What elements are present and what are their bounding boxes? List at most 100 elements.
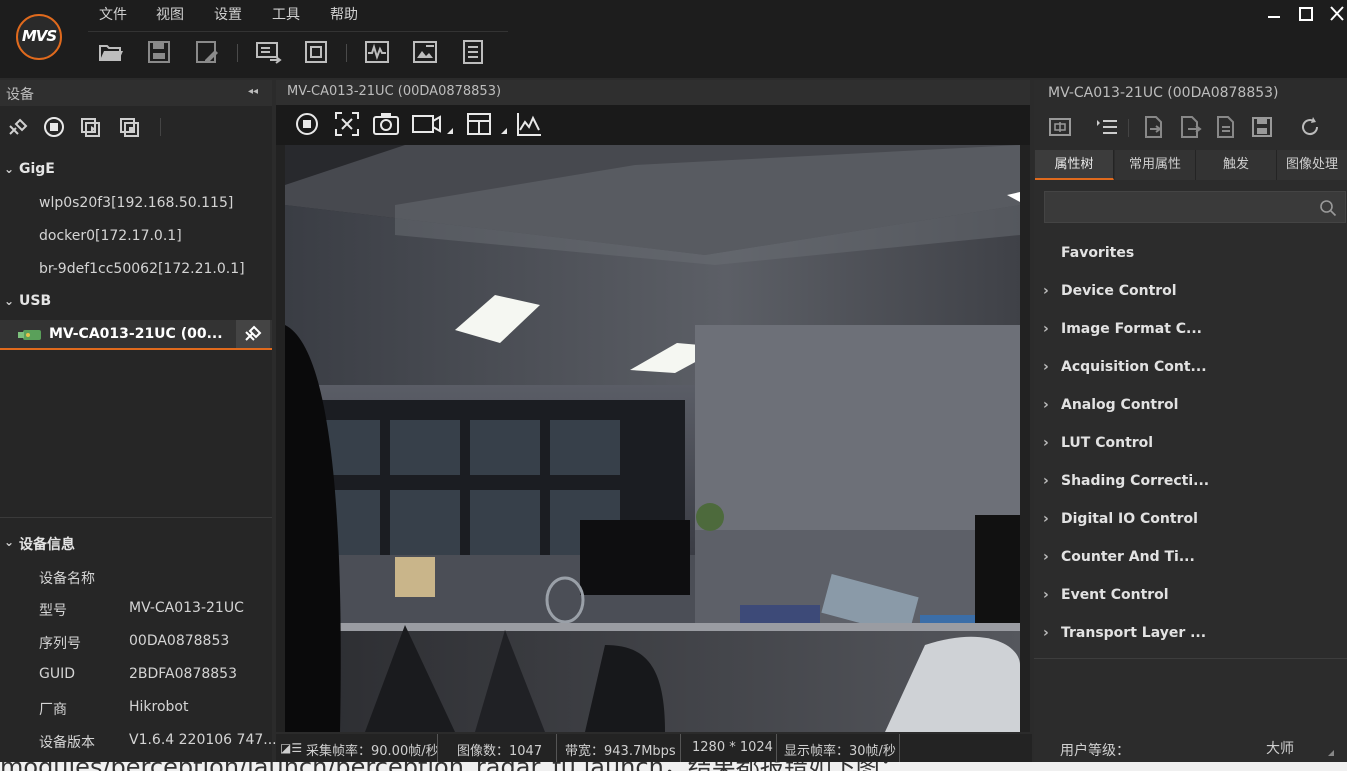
menu-settings[interactable]: 设置 (214, 4, 242, 24)
menu-tools[interactable]: 工具 (272, 4, 300, 24)
favorites-node[interactable]: Favorites (1043, 240, 1343, 268)
tab-property-tree[interactable]: 属性树 (1035, 150, 1114, 180)
save-params-icon[interactable] (1250, 115, 1274, 139)
menu-view[interactable]: 视图 (156, 4, 184, 24)
device-info-header[interactable]: ⌄ 设备信息 (0, 531, 272, 557)
chevron-right-icon: › (1043, 283, 1049, 299)
property-node[interactable]: › Transport Layer ... (1043, 620, 1343, 648)
info-value: 2BDFA0878853 (129, 666, 237, 682)
switch-layout-icon[interactable] (254, 38, 284, 68)
stop-grab-icon[interactable] (294, 110, 322, 138)
chevron-right-icon: › (1043, 359, 1049, 375)
group-gige[interactable]: ⌄ GigE (0, 158, 272, 184)
start-all-icon[interactable] (79, 116, 103, 138)
open-file-icon[interactable] (97, 38, 127, 68)
language-icon[interactable] (1048, 115, 1072, 139)
status-menu-icon[interactable]: ◪☰ (280, 741, 302, 755)
list-view-icon[interactable] (1095, 115, 1119, 139)
interface-item[interactable]: docker0[172.17.0.1] (39, 228, 182, 244)
usb-device-item[interactable]: MV-CA013-21UC (00... (0, 320, 272, 350)
info-key: 型号 (39, 603, 67, 619)
panel-divider (0, 517, 272, 518)
info-key: 设备名称 (39, 571, 95, 587)
tab-image-processing[interactable]: 图像处理 (1277, 150, 1347, 180)
chevron-right-icon: › (1043, 473, 1049, 489)
user-level-select[interactable]: 大师 (1266, 738, 1294, 758)
info-key: 序列号 (39, 636, 81, 652)
property-search-input[interactable] (1044, 191, 1346, 223)
camera-icon (18, 330, 41, 340)
status-separator (899, 734, 900, 762)
user-level-label: 用户等级： (1060, 743, 1130, 759)
chevron-right-icon: › (1043, 397, 1049, 413)
save-icon[interactable] (145, 38, 175, 68)
chevron-right-icon: › (1043, 321, 1049, 337)
property-node[interactable]: › LUT Control (1043, 430, 1343, 458)
export-icon[interactable] (1178, 115, 1202, 139)
status-separator (680, 734, 681, 762)
panel-divider (1034, 658, 1347, 659)
minimize-icon[interactable] (1263, 4, 1285, 24)
property-node[interactable]: › Image Format C... (1043, 316, 1343, 344)
document-icon[interactable] (1214, 115, 1238, 139)
stop-all-icon[interactable] (118, 116, 142, 138)
display-fps: 显示帧率：30帧/秒 (784, 744, 896, 759)
group-usb[interactable]: ⌄ USB (0, 290, 272, 316)
fit-window-icon[interactable] (333, 110, 361, 138)
maximize-icon[interactable] (1295, 4, 1317, 24)
interface-item[interactable]: wlp0s20f3[192.168.50.115] (39, 195, 233, 211)
preview-title: MV-CA013-21UC (00DA0878853) (287, 84, 502, 99)
refresh-icon[interactable] (1298, 115, 1322, 139)
chevron-right-icon: › (1043, 587, 1049, 603)
info-value: Hikrobot (129, 699, 189, 715)
disconnect-icon[interactable] (6, 116, 30, 138)
property-node[interactable]: › Device Control (1043, 278, 1343, 306)
property-panel (1034, 80, 1347, 771)
property-panel-title: MV-CA013-21UC (00DA0878853) (1048, 85, 1279, 101)
status-separator (437, 734, 438, 762)
search-icon (1320, 200, 1337, 217)
close-icon[interactable] (1326, 4, 1347, 24)
chevron-right-icon: › (1043, 511, 1049, 527)
status-separator (776, 734, 777, 762)
stop-icon[interactable] (42, 116, 66, 138)
disconnect-device-button[interactable] (236, 320, 270, 348)
menu-help[interactable]: 帮助 (330, 4, 358, 24)
chevron-right-icon: › (1043, 435, 1049, 451)
status-separator (556, 734, 557, 762)
log-icon[interactable] (459, 38, 489, 68)
collapse-panel-icon[interactable]: ◂◂ (248, 86, 258, 97)
resize-grip-icon[interactable] (1328, 750, 1334, 756)
menu-file[interactable]: 文件 (99, 4, 127, 24)
waveform-icon[interactable] (363, 38, 393, 68)
toolbar-separator (237, 44, 238, 62)
histogram-icon[interactable] (515, 110, 543, 138)
grid-icon[interactable] (466, 110, 510, 138)
property-node[interactable]: › Acquisition Cont... (1043, 354, 1343, 382)
chevron-down-icon: ⌄ (4, 535, 15, 549)
info-key: GUID (39, 666, 76, 682)
property-node[interactable]: › Analog Control (1043, 392, 1343, 420)
info-value: V1.6.4 220106 747... (129, 732, 277, 748)
chevron-right-icon: › (1043, 625, 1049, 641)
import-icon[interactable] (1142, 115, 1166, 139)
property-node[interactable]: › Digital IO Control (1043, 506, 1343, 534)
fullscreen-icon[interactable] (302, 38, 332, 68)
property-node[interactable]: › Event Control (1043, 582, 1343, 610)
tab-trigger[interactable]: 触发 (1196, 150, 1277, 180)
bandwidth: 带宽：943.7Mbps (565, 744, 676, 759)
image-edit-icon[interactable] (411, 38, 441, 68)
snapshot-icon[interactable] (372, 110, 400, 138)
toolbar-separator (160, 118, 161, 136)
interface-item[interactable]: br-9def1cc50062[172.21.0.1] (39, 261, 245, 277)
save-as-icon[interactable] (193, 38, 223, 68)
property-node[interactable]: › Counter And Ti... (1043, 544, 1343, 572)
preview-header: MV-CA013-21UC (00DA0878853) (276, 80, 1030, 105)
tab-common-properties[interactable]: 常用属性 (1115, 150, 1196, 180)
device-panel-header: 设备 ◂◂ (0, 80, 272, 106)
property-node[interactable]: › Shading Correcti... (1043, 468, 1343, 496)
record-icon[interactable] (411, 110, 455, 138)
info-value: MV-CA013-21UC (129, 600, 244, 616)
menu-divider (88, 31, 508, 32)
camera-preview-image (285, 145, 1020, 732)
